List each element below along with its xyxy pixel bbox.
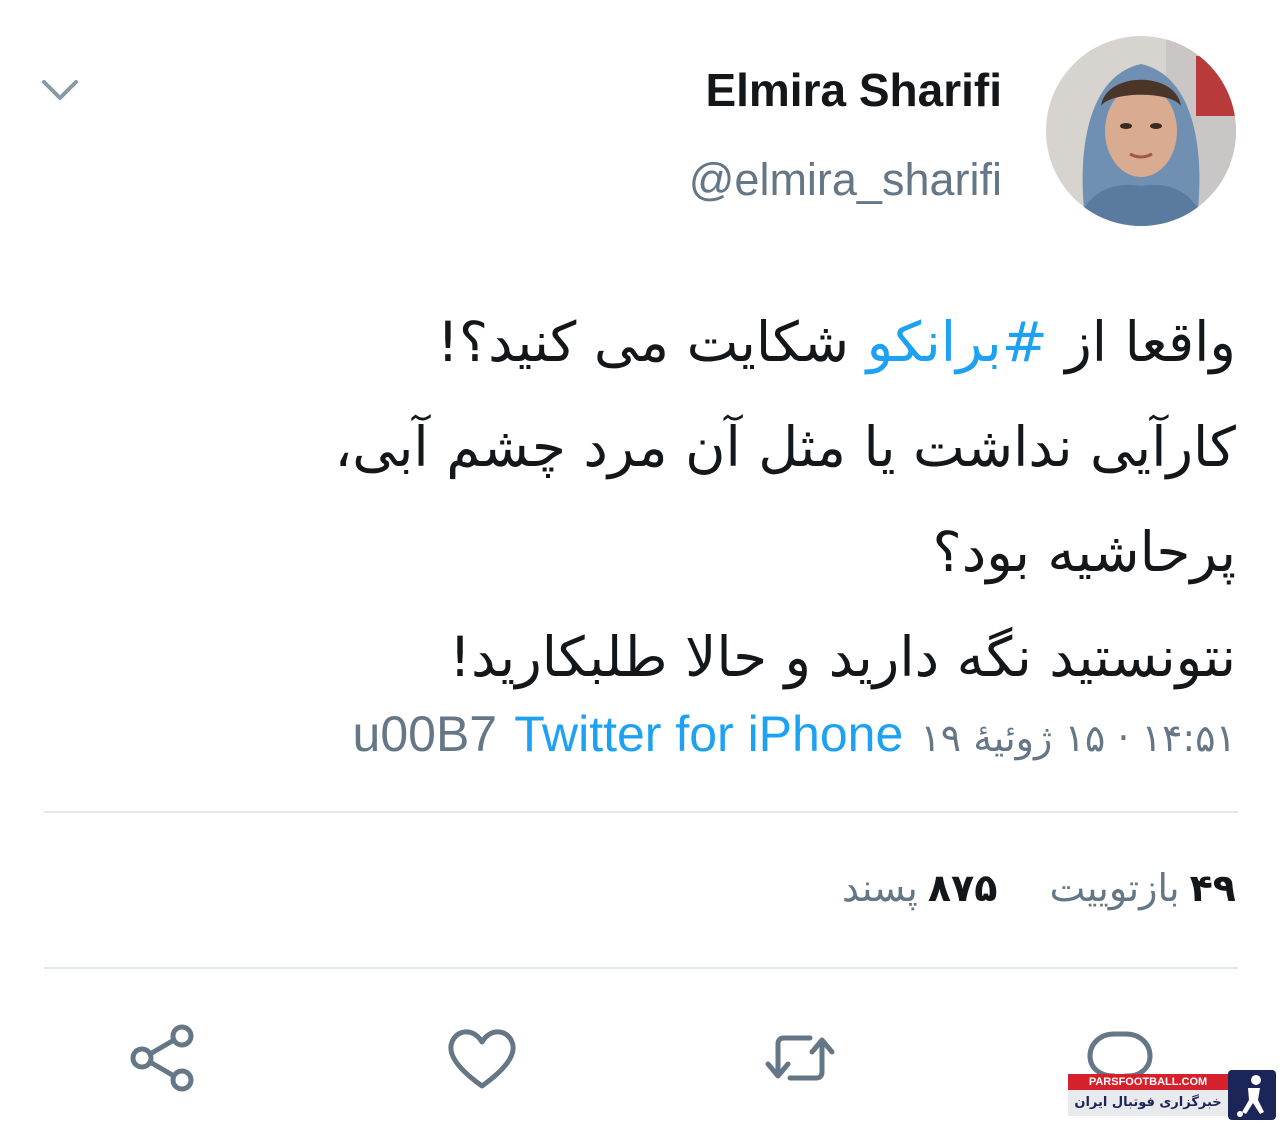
display-name[interactable]: Elmira Sharifi <box>705 62 1002 118</box>
meta-separator: u00B7 <box>352 706 498 762</box>
watermark-site: PARSFOOTBALL.COM <box>1068 1074 1228 1090</box>
likes-label: پسند <box>841 866 918 910</box>
tweet-meta: ۱۴:۵۱ · ۱۵ ژوئیهٔ ۱۹ u00B7 Twitter for i… <box>353 702 1236 778</box>
likes-stat[interactable]: ۸۷۵پسند <box>842 858 997 918</box>
retweets-label: بازتوییت <box>1049 866 1180 910</box>
retweets-count: ۴۹ <box>1189 866 1236 910</box>
tweet-timestamp[interactable]: ۱۴:۵۱ · ۱۵ ژوئیهٔ ۱۹ <box>920 716 1236 760</box>
avatar[interactable] <box>1046 36 1236 226</box>
tweet-text: واقعا از #برانکو شکایت می کنید؟! کارآیی … <box>36 290 1236 710</box>
retweets-stat[interactable]: ۴۹بازتوییت <box>1050 858 1236 918</box>
divider <box>44 967 1238 969</box>
tweet-stats: ۴۹بازتوییت ۸۷۵پسند <box>802 858 1236 918</box>
hashtag-link[interactable]: #برانکو <box>867 310 1048 374</box>
divider <box>44 811 1238 813</box>
chevron-down-icon[interactable] <box>38 72 82 106</box>
tweet-line-3: پرحاشیه بود؟ <box>932 520 1236 584</box>
likes-count: ۸۷۵ <box>927 866 998 910</box>
tweet-text-segment: شکایت می کنید؟! <box>436 310 867 374</box>
watermark-tagline: خبرگزاری فوتبال ایران <box>1068 1090 1228 1116</box>
tweet-text-segment: واقعا از <box>1047 310 1236 374</box>
tweet-line-4: نتونستید نگه دارید و حالا طلبکارید! <box>448 625 1236 689</box>
football-player-logo-icon <box>1228 1070 1276 1120</box>
retweet-icon[interactable] <box>760 1018 840 1098</box>
share-icon[interactable] <box>124 1018 204 1098</box>
tweet-source-link[interactable]: Twitter for iPhone <box>514 706 903 762</box>
user-handle[interactable]: @elmira_sharifi <box>689 152 1002 208</box>
watermark: PARSFOOTBALL.COM خبرگزاری فوتبال ایران <box>1068 1068 1276 1124</box>
tweet-line-2: کارآیی نداشت یا مثل آن مرد چشم آبی، <box>334 415 1236 479</box>
tweet-line-1: واقعا از #برانکو شکایت می کنید؟! <box>36 290 1236 395</box>
heart-icon[interactable] <box>442 1018 522 1098</box>
